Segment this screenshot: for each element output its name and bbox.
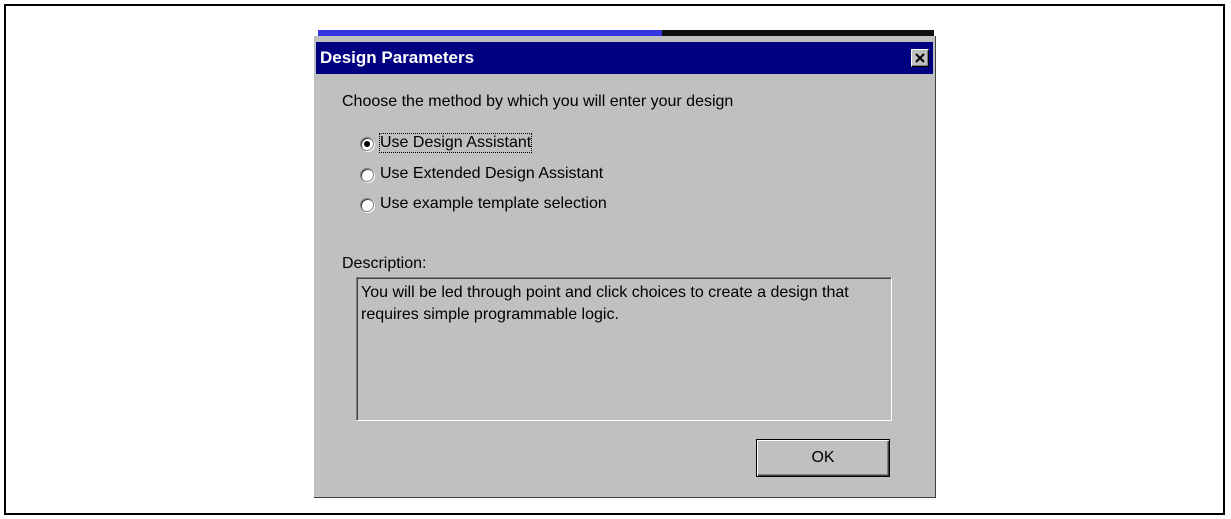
radio-button-extended-design-assistant[interactable]	[360, 168, 374, 182]
design-parameters-dialog: Design Parameters Choose the method by w…	[314, 36, 936, 498]
radio-option-extended-design-assistant[interactable]: Use Extended Design Assistant	[360, 164, 660, 186]
radio-button-design-assistant[interactable]	[360, 137, 374, 151]
ok-button[interactable]: OK	[756, 439, 890, 477]
description-box: You will be led through point and click …	[356, 277, 892, 421]
radio-label-design-assistant[interactable]: Use Design Assistant	[378, 133, 533, 153]
close-button[interactable]	[911, 49, 929, 67]
radio-label-example-template[interactable]: Use example template selection	[380, 195, 607, 213]
radio-option-example-template[interactable]: Use example template selection	[360, 194, 660, 216]
radio-button-example-template[interactable]	[360, 198, 374, 212]
method-prompt: Choose the method by which you will ente…	[342, 93, 734, 110]
title-bar[interactable]: Design Parameters	[316, 42, 933, 74]
dialog-title: Design Parameters	[320, 48, 475, 67]
close-icon	[915, 53, 925, 63]
description-label: Description:	[342, 255, 427, 272]
radio-label-extended-design-assistant[interactable]: Use Extended Design Assistant	[380, 165, 603, 183]
ok-button-label: OK	[811, 449, 835, 466]
radio-option-design-assistant[interactable]: Use Design Assistant	[360, 133, 660, 155]
description-text: You will be led through point and click …	[361, 284, 849, 323]
